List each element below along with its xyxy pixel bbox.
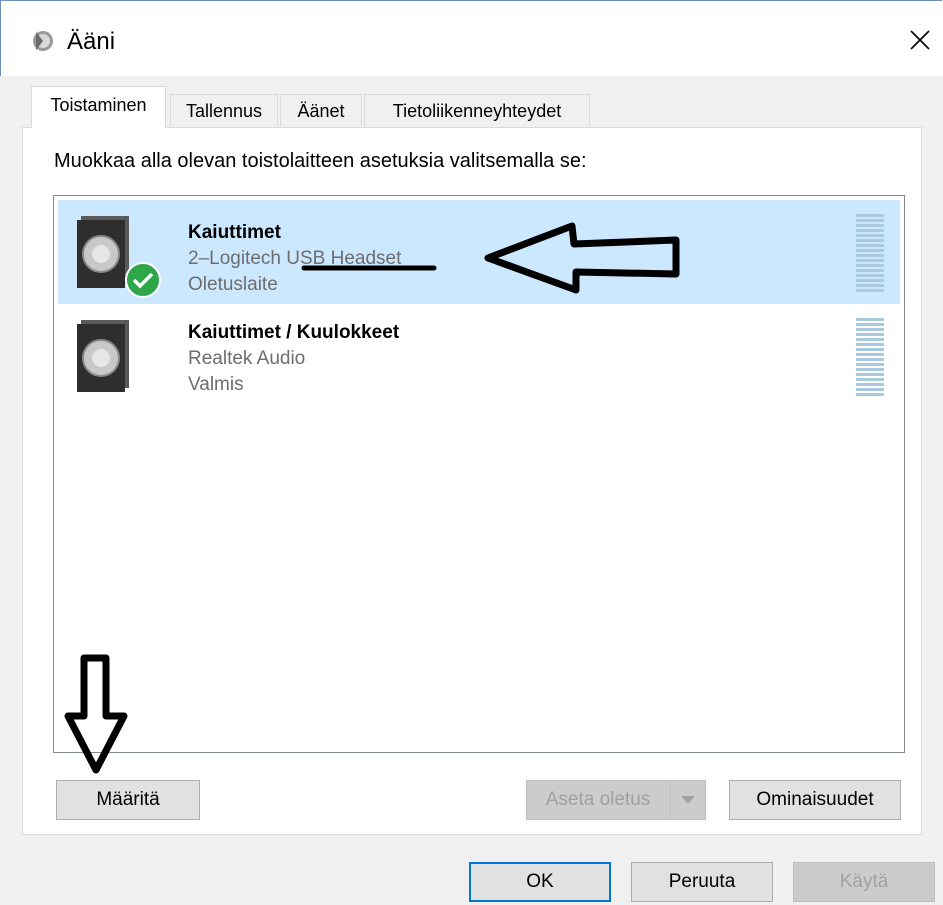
annotation-left-arrow [484,222,680,294]
tab-recording[interactable]: Tallennus [170,94,278,126]
apply-button[interactable]: Käytä [793,862,935,902]
annotation-underline [301,265,437,271]
set-default-dropdown[interactable] [670,781,705,819]
instruction-text: Muokkaa alla olevan toistolaitteen asetu… [54,150,587,172]
volume-meter [856,214,884,294]
title-bar: Ääni [1,1,943,77]
speaker-device-icon [77,320,129,392]
device-item-logitech[interactable]: Kaiuttimet 2–Logitech USB Headset Oletus… [58,200,900,304]
annotation-down-arrow [64,654,128,774]
device-name: Kaiuttimet / Kuulokkeet [188,322,400,343]
tab-sounds[interactable]: Äänet [280,94,362,126]
speaker-icon [33,31,53,51]
default-device-check-icon [125,262,161,298]
volume-meter [856,318,884,398]
configure-button[interactable]: Määritä [56,780,200,820]
close-icon [910,30,930,50]
ok-button[interactable]: OK [469,862,611,902]
set-default-label: Aseta oletus [545,789,651,810]
tab-communications[interactable]: Tietoliikenneyhteydet [364,94,590,126]
cancel-button[interactable]: Peruuta [631,862,773,902]
device-status: Oletuslaite [188,274,278,295]
device-description: Realtek Audio [188,348,306,369]
device-item-realtek[interactable]: Kaiuttimet / Kuulokkeet Realtek Audio Va… [58,308,900,412]
device-list[interactable]: Kaiuttimet 2–Logitech USB Headset Oletus… [53,195,905,753]
window-title: Ääni [67,28,116,55]
device-status: Valmis [188,374,244,395]
device-name: Kaiuttimet [188,222,281,243]
tab-playback[interactable]: Toistaminen [31,86,166,128]
close-button[interactable] [899,19,941,61]
set-default-button[interactable]: Aseta oletus [526,780,706,820]
chevron-down-icon [681,796,695,804]
properties-button[interactable]: Ominaisuudet [729,780,901,820]
